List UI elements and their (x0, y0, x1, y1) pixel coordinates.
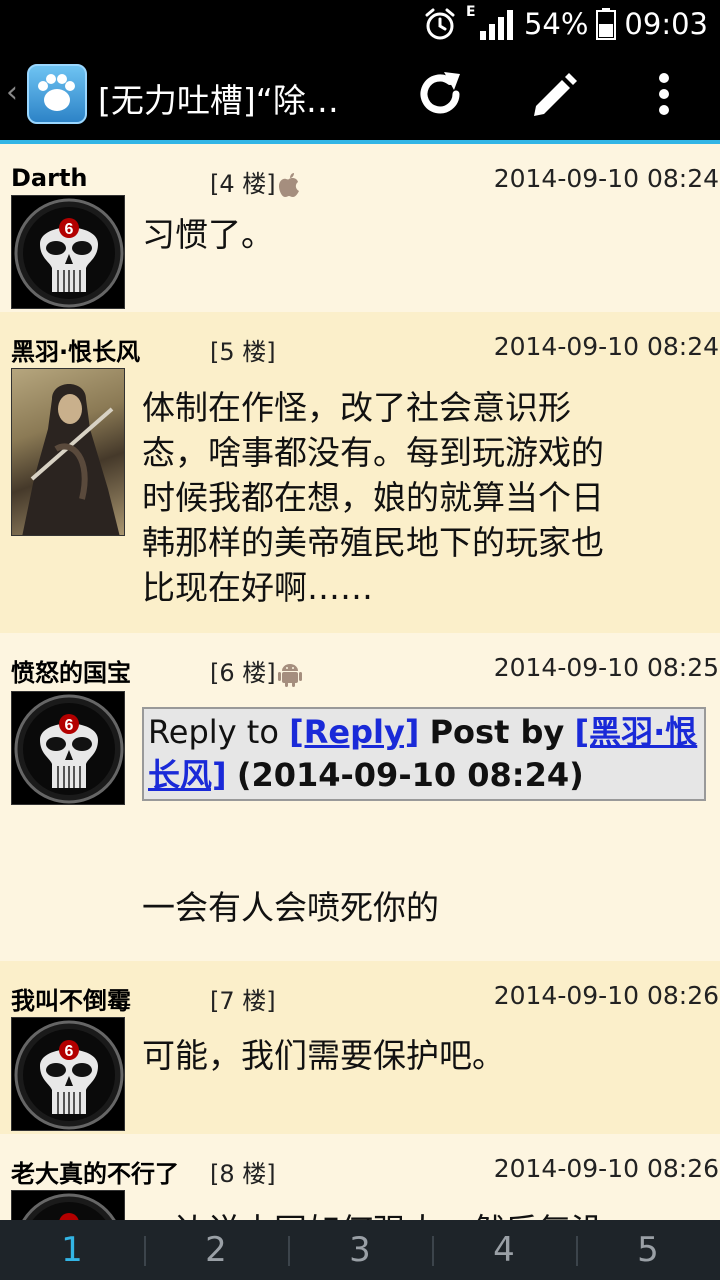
network-type: E (465, 4, 476, 20)
post-date: 2014-09-10 08:26 (493, 1154, 719, 1183)
quote-reply-to: Reply to (148, 713, 279, 751)
svg-text:6: 6 (65, 221, 74, 238)
page-button-4[interactable]: 4 (432, 1230, 576, 1270)
overflow-menu-icon[interactable] (636, 66, 692, 122)
post-floor-number: [7 楼] (210, 987, 276, 1015)
post-content: 一会有人会喷死你的 (142, 888, 439, 927)
status-icons: E 54% 09:03 (422, 0, 708, 48)
alarm-icon (425, 8, 455, 40)
post-date: 2014-09-10 08:25 (493, 653, 719, 682)
post-floor-number: [5 楼] (210, 338, 276, 366)
post-author[interactable]: 我叫不倒霉 (11, 981, 131, 1016)
page-button-5[interactable]: 5 (576, 1230, 720, 1270)
avatar[interactable]: 6 (11, 691, 125, 805)
battery-icon (596, 8, 617, 40)
skull-avatar-icon: 6 (14, 1020, 124, 1130)
post-floor-number: [8 楼] (210, 1160, 276, 1188)
post-date: 2014-09-10 08:26 (493, 981, 719, 1010)
post-floor-number: [6 楼] (210, 653, 302, 688)
post-item: 老大真的不行了 [8 楼] 2014-09-10 08:26 一边说中国如何强大… (0, 1134, 720, 1220)
status-bar: E 54% 09:03 (0, 0, 720, 48)
action-bar: ‹ [无力吐槽]“除… (0, 48, 720, 140)
post-content: 习惯了。 (142, 215, 274, 254)
page-navigation: 1 2 3 4 5 (0, 1220, 720, 1280)
edit-icon[interactable] (524, 66, 580, 122)
quote-block: Reply to [Reply] Post by [黑羽·恨 长风] (2014… (142, 707, 706, 801)
post-item: 我叫不倒霉 [7 楼] 2014-09-10 08:26 6 可能，我们需要保护… (0, 961, 720, 1134)
avatar[interactable]: 6 (11, 195, 125, 309)
refresh-icon[interactable] (412, 66, 468, 122)
post-author[interactable]: 黑羽·恨长风 (11, 332, 140, 367)
post-content-line: 韩那样的美帝殖民地下的玩家也 (142, 523, 604, 562)
svg-text:6: 6 (65, 717, 74, 734)
svg-text:6: 6 (65, 1043, 74, 1060)
post-content-line: 比现在好啊…… (142, 568, 373, 607)
page-button-2[interactable]: 2 (144, 1230, 288, 1270)
post-content: 体制在作怪，改了社会意识形 态，啥事都没有。每到玩游戏的 时候我都在想，娘的就算… (142, 385, 680, 610)
quote-author-link[interactable]: [黑羽·恨 (574, 713, 697, 751)
post-item: 愤怒的国宝 [6 楼] 2014-09-10 08:25 6 Reply to … (0, 633, 720, 961)
post-item: 黑羽·恨长风 [5 楼] 2014-09-10 08:24 体制在作怪，改了社会… (0, 312, 720, 633)
post-date: 2014-09-10 08:24 (493, 164, 719, 193)
post-author[interactable]: 老大真的不行了 (11, 1154, 179, 1189)
post-content-line: 态，啥事都没有。每到玩游戏的 (142, 433, 604, 472)
skull-avatar-icon (22, 1193, 116, 1220)
avatar[interactable] (11, 368, 125, 536)
post-floor-number: [4 楼] (210, 164, 300, 199)
post-date: 2014-09-10 08:24 (493, 332, 719, 361)
skull-avatar-icon: 6 (14, 694, 124, 804)
page-button-3[interactable]: 3 (288, 1230, 432, 1270)
thread-post-list[interactable]: Darth [4 楼] 2014-09-10 08:24 6 习惯了。 黑羽·恨… (0, 144, 720, 1220)
post-author[interactable]: Darth (11, 164, 88, 192)
post-item: Darth [4 楼] 2014-09-10 08:24 6 习惯了。 (0, 144, 720, 312)
avatar[interactable]: 6 (11, 1017, 125, 1131)
app-logo-icon[interactable] (27, 64, 87, 124)
post-content: 一边说中国如何强大，然后复没 (142, 1208, 680, 1220)
quote-date: (2014-09-10 08:24) (236, 756, 584, 794)
post-content: 可能，我们需要保护吧。 (142, 1036, 505, 1075)
floor-label: [4 楼] (210, 170, 276, 198)
android-icon (277, 664, 302, 687)
quote-post-by: Post by (429, 713, 565, 751)
back-chevron-icon[interactable]: ‹ (6, 78, 18, 108)
floor-label: [6 楼] (210, 659, 276, 687)
thread-title: [无力吐槽]“除… (98, 81, 339, 120)
knight-avatar-icon (22, 384, 120, 535)
post-content-line: 体制在作怪，改了社会意识形 (142, 388, 571, 427)
post-author[interactable]: 愤怒的国宝 (11, 653, 131, 688)
signal-icon: E (465, 4, 516, 42)
post-content-line: 时候我都在想，娘的就算当个日 (142, 478, 604, 517)
skull-avatar-icon: 6 (14, 198, 124, 308)
quote-author-link-cont[interactable]: 长风] (148, 756, 227, 794)
clock: 09:03 (624, 7, 708, 41)
quote-reply-link[interactable]: [Reply] (289, 713, 419, 751)
battery-percent: 54% (523, 7, 589, 41)
page-button-1[interactable]: 1 (0, 1230, 144, 1270)
avatar[interactable] (11, 1190, 125, 1220)
apple-icon (278, 173, 299, 197)
